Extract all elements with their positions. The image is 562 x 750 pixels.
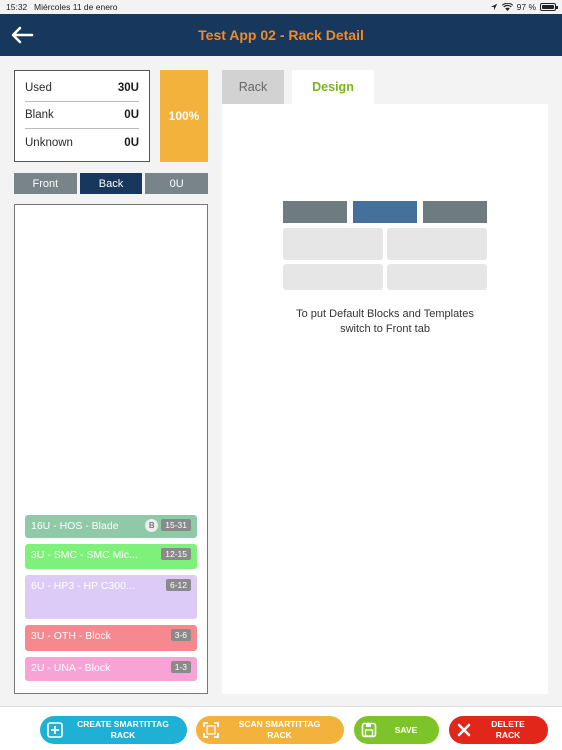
scan-smartittag-rack-button[interactable]: SCAN SMARTITTAG RACK [196, 716, 344, 744]
usage-row-blank: Blank 0U [25, 102, 139, 129]
scan-icon [201, 720, 221, 740]
slot-range: 12-15 [161, 548, 191, 560]
slot-range: 3-6 [170, 629, 191, 641]
template-block-placeholder [283, 228, 383, 260]
button-label: RACK [267, 730, 292, 740]
usage-label: Blank [25, 109, 54, 121]
save-icon [359, 720, 379, 740]
button-label: DELETE [491, 719, 525, 729]
button-label: RACK [110, 730, 136, 740]
wifi-icon [501, 3, 513, 11]
usage-summary: Used 30U Blank 0U Unknown 0U [14, 70, 150, 162]
slot-label: 2U - UNA - Block [31, 662, 111, 674]
rack-slot[interactable]: 16U - HOS - Blade B 15-31 [25, 515, 197, 538]
view-zero-u-button[interactable]: 0U [145, 173, 209, 194]
status-right: 97 % [490, 2, 558, 12]
usage-value: 0U [124, 109, 139, 121]
usage-row-used: Used 30U [25, 75, 139, 102]
view-segmented-control: Front Back 0U [14, 173, 209, 194]
usage-row-unknown: Unknown 0U [25, 129, 139, 156]
template-block-placeholder [353, 201, 417, 223]
nav-bar: Test App 02 - Rack Detail [0, 14, 562, 56]
blade-badge: B [145, 519, 159, 532]
slot-range: 1-3 [170, 661, 191, 673]
rack-slot[interactable]: 2U - UNA - Block 1-3 [25, 657, 197, 681]
design-hint-line: switch to Front tab [340, 323, 430, 335]
save-button[interactable]: SAVE [354, 716, 439, 744]
slot-label: 3U - SMC - SMC Mic... [31, 549, 138, 561]
button-label: RACK [495, 730, 521, 740]
battery-percent: 97 % [516, 2, 536, 12]
battery-icon [540, 3, 558, 11]
template-block-placeholder [423, 201, 487, 223]
button-label: CREATE SMARTITTAG [77, 719, 169, 729]
design-panel: To put Default Blocks and Templates swit… [222, 104, 548, 694]
view-back-button[interactable]: Back [79, 173, 143, 194]
rack-slot[interactable]: 6U - HP3 - HP C300... 6-12 [25, 575, 197, 619]
location-icon [490, 3, 497, 11]
slot-range: 6-12 [165, 579, 191, 591]
design-hint-line: To put Default Blocks and Templates [296, 308, 474, 320]
tab-rack[interactable]: Rack [222, 70, 284, 104]
usage-value: 0U [124, 136, 139, 149]
template-block-placeholder [387, 264, 487, 290]
status-time: 15:32 [6, 2, 28, 12]
usage-label: Unknown [25, 136, 73, 149]
close-icon [454, 720, 474, 740]
template-block-placeholder [387, 228, 487, 260]
view-front-button[interactable]: Front [14, 173, 77, 194]
rack-slot-list: 16U - HOS - Blade B 15-31 3U - SMC - SMC… [14, 204, 208, 694]
page-title: Test App 02 - Rack Detail [198, 27, 364, 43]
slot-label: 16U - HOS - Blade [31, 520, 119, 532]
usage-label: Used [25, 82, 52, 94]
rack-slot[interactable]: 3U - SMC - SMC Mic... 12-15 [25, 544, 197, 569]
status-bar: 15:32 Miércoles 11 de enero 97 % [0, 0, 562, 14]
tab-design[interactable]: Design [292, 70, 374, 104]
design-hint: To put Default Blocks and Templates swit… [222, 307, 548, 337]
bottom-action-bar: CREATE SMARTITTAG RACK SCAN SMARTITTAG RAC… [0, 706, 562, 750]
slot-label: 3U - OTH - Block [31, 630, 111, 642]
status-date: Miércoles 11 de enero [34, 2, 118, 12]
slot-label: 6U - HP3 - HP C300... [31, 580, 135, 592]
button-label: SAVE [394, 724, 418, 735]
usage-percent-badge: 100% [160, 70, 208, 162]
slot-range: 15-31 [161, 519, 191, 531]
delete-rack-button[interactable]: DELETE RACK [449, 716, 548, 744]
template-block-placeholder [283, 264, 383, 290]
add-icon [45, 720, 65, 740]
create-smartittag-rack-button[interactable]: CREATE SMARTITTAG RACK [40, 716, 187, 744]
template-block-placeholder [283, 201, 347, 223]
usage-value: 30U [117, 82, 139, 94]
rack-slot[interactable]: 3U - OTH - Block 3-6 [25, 625, 197, 651]
button-label: SCAN SMARTITTAG [238, 719, 321, 729]
